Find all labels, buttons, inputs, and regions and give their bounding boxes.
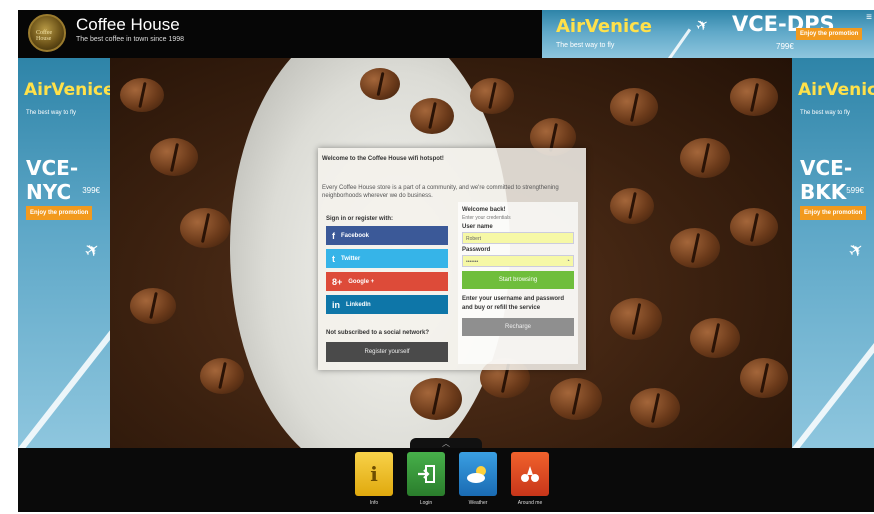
coffee-bean <box>730 208 778 246</box>
start-browsing-button[interactable]: Start browsing <box>462 271 574 289</box>
show-password-icon[interactable]: ◔ <box>566 256 570 268</box>
coffee-bean <box>130 288 176 324</box>
coffee-bean <box>180 208 230 248</box>
twitter-icon: t <box>332 253 335 264</box>
ad-price: 399€ <box>82 186 100 195</box>
weather-tile[interactable] <box>459 452 497 496</box>
coffee-bean <box>360 68 400 100</box>
ad-price: 599€ <box>846 186 864 195</box>
coffee-bean <box>470 78 514 114</box>
credentials-column: Welcome back! Enter your credentials Use… <box>458 202 578 364</box>
social-signin-column: Sign in or register with: f Facebook t Twi… <box>326 216 448 362</box>
coffee-bean <box>610 298 662 340</box>
recharge-info-text: Enter your username and password and buy… <box>462 296 565 311</box>
info-tile[interactable]: i <box>355 452 393 496</box>
intro-text: Every Coffee House store is a part of a … <box>322 185 559 199</box>
facebook-button[interactable]: f Facebook <box>326 226 448 245</box>
google-plus-button[interactable]: 8+ Google + <box>326 272 448 291</box>
plane-trail <box>668 28 692 58</box>
login-card: Welcome to the Coffee House wifi hotspot… <box>318 148 586 370</box>
menu-icon[interactable]: ≡ <box>866 12 872 23</box>
linkedin-label: LinkedIn <box>346 301 371 308</box>
username-field[interactable]: Robert <box>462 232 574 244</box>
ad-price: 799€ <box>776 42 794 51</box>
weather-label: Weather <box>468 500 488 506</box>
ad-brand: AirVenice <box>556 16 652 37</box>
airplane-icon: ✈ <box>844 237 869 263</box>
login-icon <box>418 465 435 483</box>
coffee-bean <box>690 318 740 358</box>
coffee-bean <box>200 358 244 394</box>
around-me-label: Around me <box>517 500 543 506</box>
header-bar: Coffee House Coffee House The best coffe… <box>18 10 874 58</box>
welcome-heading: Welcome to the Coffee House wifi hotspot… <box>322 156 444 162</box>
login-label: Login <box>419 500 433 506</box>
google-plus-icon: 8+ <box>332 276 343 287</box>
coffee-bean <box>670 228 720 268</box>
right-ad-banner[interactable]: AirVenice The best way to fly VCE-BKK 59… <box>792 58 874 448</box>
airplane-icon: ✈ <box>80 237 105 263</box>
around-me-tile[interactable] <box>511 452 549 496</box>
password-label: Password <box>462 247 491 253</box>
coffee-bean <box>610 88 658 126</box>
left-ad-banner[interactable]: AirVenice The best way to fly VCE-NYC 39… <box>18 58 110 448</box>
facebook-icon: f <box>332 230 335 241</box>
info-icon: i <box>370 462 378 486</box>
plane-trail <box>792 298 874 448</box>
coffee-bean <box>630 388 680 428</box>
promo-button[interactable]: Enjoy the promotion <box>796 28 863 40</box>
airplane-icon: ✈ <box>692 14 713 36</box>
coffee-bean <box>150 138 198 176</box>
username-label: User name <box>462 224 493 230</box>
ad-tagline: The best way to fly <box>26 110 77 116</box>
recharge-button[interactable]: Recharge <box>462 318 574 336</box>
site-title: Coffee House <box>76 15 180 34</box>
plane-trail <box>18 298 110 448</box>
ad-brand: AirVenice <box>798 80 874 100</box>
register-button[interactable]: Register yourself <box>326 342 448 362</box>
coffee-bean <box>680 138 730 178</box>
ad-tagline: The best way to fly <box>800 110 851 116</box>
ad-route: VCE-BKK <box>800 156 853 204</box>
top-ad-banner[interactable]: AirVenice The best way to fly ✈ VCE-DPS … <box>542 10 874 58</box>
site-subtitle: The best coffee in town since 1998 <box>76 36 185 43</box>
ad-tagline: The best way to fly <box>556 42 615 49</box>
info-label: Info <box>369 500 379 506</box>
password-value: ••••••• <box>466 259 479 265</box>
login-tile[interactable] <box>407 452 445 496</box>
around-me-icon <box>521 466 539 482</box>
coffee-bean <box>610 188 654 224</box>
coffee-bean <box>550 378 602 420</box>
enter-credentials-text: Enter your credentials <box>462 215 511 221</box>
linkedin-icon: in <box>332 299 340 310</box>
twitter-button[interactable]: t Twitter <box>326 249 448 268</box>
promo-button[interactable]: Enjoy the promotion <box>800 206 867 220</box>
coffee-bean <box>730 78 778 116</box>
password-field[interactable]: ••••••• ◔ <box>462 255 574 267</box>
google-plus-label: Google + <box>348 278 375 285</box>
coffee-background-photo: Welcome to the Coffee House wifi hotspot… <box>110 58 792 448</box>
twitter-label: Twitter <box>341 255 361 262</box>
linkedin-button[interactable]: in LinkedIn <box>326 295 448 314</box>
coffee-bean <box>410 378 462 420</box>
welcome-back-text: Welcome back! <box>462 207 506 213</box>
ad-route: VCE-NYC <box>26 156 79 204</box>
coffee-bean <box>410 98 454 134</box>
bottom-dock: i Info Login Weather Around me <box>18 448 874 512</box>
promo-button[interactable]: Enjoy the promotion <box>26 206 93 220</box>
coffee-bean <box>120 78 164 112</box>
facebook-label: Facebook <box>341 232 370 239</box>
ad-brand: AirVenice <box>24 80 110 100</box>
social-label: Sign in or register with: <box>326 216 394 222</box>
kiosk-frame: Coffee House Coffee House The best coffe… <box>18 10 874 512</box>
weather-icon <box>467 466 486 483</box>
logo-text: Coffee House <box>36 30 53 42</box>
not-subscribed-text: Not subscribed to a social network? <box>326 330 430 336</box>
coffee-house-logo: Coffee House <box>28 14 66 52</box>
coffee-bean <box>740 358 788 398</box>
